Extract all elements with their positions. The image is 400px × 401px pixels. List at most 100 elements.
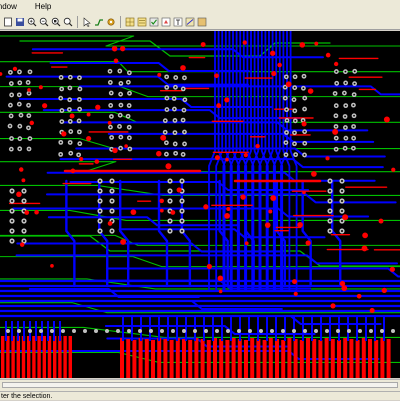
via bbox=[311, 171, 317, 177]
via bbox=[107, 120, 112, 125]
pad-hole bbox=[344, 104, 347, 107]
edge-finger-trace bbox=[47, 321, 49, 341]
pad-hole bbox=[111, 230, 113, 232]
pad-hole bbox=[341, 220, 343, 222]
pad-hole bbox=[352, 125, 355, 128]
text-icon[interactable] bbox=[172, 16, 183, 27]
via bbox=[170, 210, 176, 215]
pad-hole bbox=[110, 115, 113, 118]
edge-finger bbox=[175, 338, 180, 378]
pad-hole bbox=[29, 70, 31, 73]
menu-window[interactable]: indow bbox=[0, 0, 21, 14]
new-icon[interactable] bbox=[2, 16, 13, 27]
edge-finger bbox=[262, 340, 267, 378]
via bbox=[69, 113, 75, 119]
pad-hole bbox=[78, 142, 81, 145]
via bbox=[285, 81, 292, 88]
select-icon[interactable] bbox=[81, 16, 92, 27]
pad bbox=[369, 329, 373, 333]
menu-help[interactable]: Help bbox=[35, 0, 55, 14]
via bbox=[333, 61, 339, 67]
pad-hole bbox=[353, 82, 356, 85]
pad-hole bbox=[284, 97, 287, 100]
pad-hole bbox=[128, 71, 131, 74]
bottom-trace bbox=[119, 179, 130, 288]
horizontal-scrollbar[interactable] bbox=[0, 379, 400, 391]
via bbox=[264, 222, 271, 228]
via bbox=[21, 178, 26, 183]
pad-hole bbox=[169, 200, 171, 202]
zoom-in-icon[interactable] bbox=[26, 16, 37, 27]
pad-hole bbox=[99, 200, 101, 202]
edge-finger-trace bbox=[338, 316, 340, 341]
pad bbox=[259, 329, 263, 333]
via bbox=[305, 240, 311, 246]
pad-hole bbox=[23, 190, 25, 192]
pad bbox=[204, 329, 208, 333]
edge-finger-trace bbox=[365, 316, 367, 341]
pad-hole bbox=[344, 126, 347, 129]
net-icon[interactable] bbox=[160, 16, 171, 27]
via-icon[interactable] bbox=[105, 16, 116, 27]
pad-hole bbox=[344, 147, 347, 150]
scrollbar-thumb[interactable] bbox=[2, 382, 398, 388]
edge-finger-trace bbox=[23, 321, 25, 341]
edge-finger-trace bbox=[320, 316, 322, 341]
pad-hole bbox=[119, 147, 122, 150]
pcb-layout[interactable] bbox=[0, 31, 400, 378]
via bbox=[42, 103, 48, 109]
pad-hole bbox=[335, 114, 337, 117]
pad-hole bbox=[285, 131, 288, 134]
pad-hole bbox=[18, 71, 21, 73]
pad-hole bbox=[174, 143, 177, 145]
pad-hole bbox=[285, 153, 287, 156]
snap-icon[interactable] bbox=[196, 16, 207, 27]
grid-icon[interactable] bbox=[124, 16, 135, 27]
pad-hole bbox=[18, 147, 21, 150]
pad-hole bbox=[293, 98, 295, 101]
via bbox=[130, 209, 137, 216]
edge-finger-trace bbox=[302, 316, 304, 341]
route-icon[interactable] bbox=[93, 16, 104, 27]
pad-hole bbox=[59, 97, 62, 100]
edge-finger bbox=[16, 336, 20, 378]
edge-finger bbox=[337, 340, 341, 378]
edge-finger bbox=[138, 338, 143, 378]
via bbox=[29, 120, 35, 126]
pad-hole bbox=[294, 75, 296, 78]
drc-icon[interactable] bbox=[148, 16, 159, 27]
edge-finger bbox=[68, 336, 72, 378]
save-icon[interactable] bbox=[14, 16, 25, 27]
pcb-canvas[interactable] bbox=[0, 31, 400, 378]
menu-bar: indow Help bbox=[0, 0, 400, 15]
pad bbox=[292, 329, 296, 333]
edge-finger bbox=[188, 340, 193, 378]
zoom-fit-icon[interactable] bbox=[50, 16, 61, 27]
pad-hole bbox=[173, 97, 176, 100]
pad-hole bbox=[68, 98, 71, 101]
pad-hole bbox=[165, 153, 168, 156]
pad-hole bbox=[165, 86, 168, 89]
via bbox=[160, 134, 167, 141]
pad-hole bbox=[173, 108, 176, 110]
pad-hole bbox=[169, 180, 171, 182]
layers-icon[interactable] bbox=[136, 16, 147, 27]
via bbox=[391, 167, 396, 172]
via bbox=[332, 128, 339, 135]
via bbox=[113, 58, 119, 64]
zoom-out-icon[interactable] bbox=[38, 16, 49, 27]
edge-finger-trace bbox=[203, 316, 205, 341]
pad-hole bbox=[109, 81, 112, 84]
edge-finger-trace bbox=[140, 316, 142, 341]
measure-icon[interactable] bbox=[184, 16, 195, 27]
pad-hole bbox=[293, 109, 296, 112]
edge-finger-trace bbox=[293, 316, 295, 341]
pad-hole bbox=[27, 81, 30, 84]
pad-hole bbox=[11, 230, 13, 232]
pad-hole bbox=[335, 70, 338, 73]
pad-hole bbox=[182, 153, 185, 156]
edge-finger bbox=[287, 338, 292, 378]
edge-finger bbox=[293, 339, 298, 378]
zoom-area-icon[interactable] bbox=[62, 16, 73, 27]
toolbar bbox=[0, 14, 400, 30]
